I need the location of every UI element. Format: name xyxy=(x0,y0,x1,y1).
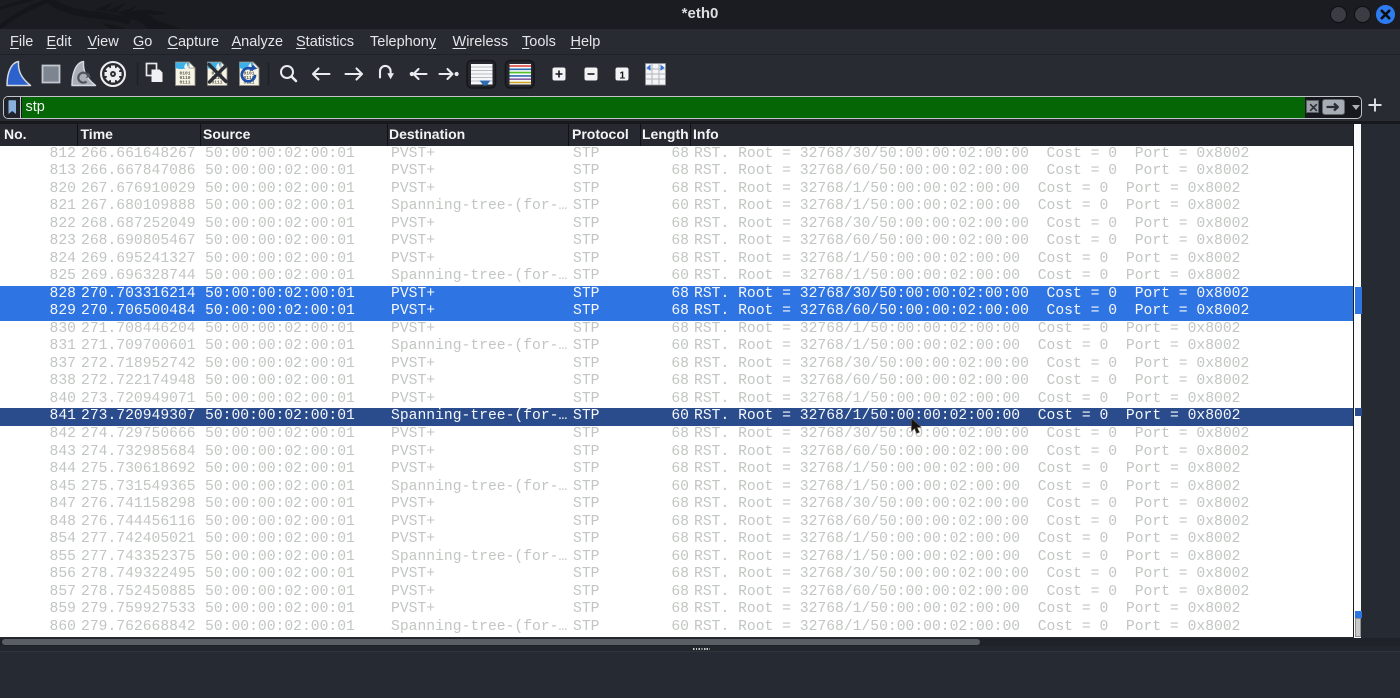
svg-text:1: 1 xyxy=(619,69,625,81)
